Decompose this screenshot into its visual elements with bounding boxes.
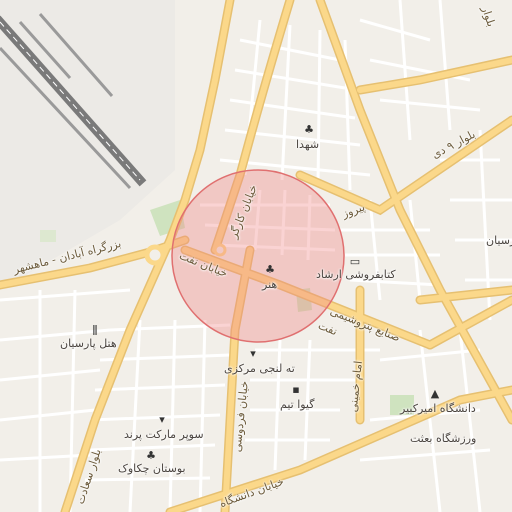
label-amirkabir: دانشگاه امیرکبیر bbox=[400, 402, 476, 415]
label-bustan: بوستان چکاوک bbox=[118, 462, 186, 475]
label-honar: هنر bbox=[262, 278, 278, 291]
book-icon[interactable]: ▭ bbox=[348, 254, 362, 268]
label-talanji: ته لنجی مرکزی bbox=[224, 362, 295, 375]
tree-icon[interactable]: ♣ bbox=[144, 448, 158, 462]
label-varzeshgah: ورزشگاه بعثت bbox=[410, 432, 477, 445]
label-parsian-right: پارسیان bbox=[486, 234, 512, 247]
cart-icon[interactable]: ▾ bbox=[246, 346, 260, 360]
restaurant-icon[interactable]: ǁ bbox=[88, 322, 102, 336]
bag-icon[interactable]: ▪ bbox=[289, 382, 303, 396]
school-icon[interactable]: ▲ bbox=[428, 386, 442, 400]
label-giva: گیوا تیم bbox=[280, 398, 315, 411]
tree-icon[interactable]: ♣ bbox=[302, 122, 316, 136]
cart-icon[interactable]: ▾ bbox=[155, 412, 169, 426]
roundabout bbox=[144, 244, 166, 266]
tree-icon[interactable]: ♣ bbox=[263, 262, 277, 276]
label-ketabforoushi: کتابفروشی ارشاد bbox=[316, 268, 396, 281]
label-hotel: هتل پارسیان bbox=[60, 337, 117, 350]
label-supermarket: سوپر مارکت پرند bbox=[124, 428, 204, 441]
label-shohada: شهدا bbox=[296, 138, 320, 151]
map-view[interactable]: شهدا ♣ هنر ♣ کتابفروشی ارشاد ▭ هتل پارسی… bbox=[0, 0, 512, 512]
